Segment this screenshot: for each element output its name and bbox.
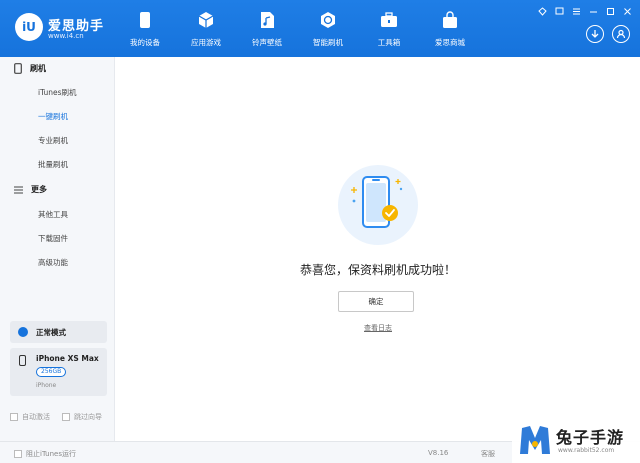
nav-label: 我的设备 — [130, 38, 160, 47]
block-itunes-option[interactable]: 阻止iTunes运行 — [14, 449, 76, 459]
auto-activate-option[interactable]: 自动激活 — [10, 412, 50, 422]
block-itunes-checkbox[interactable] — [14, 450, 22, 458]
skip-guide-checkbox[interactable] — [62, 413, 70, 421]
minimize-icon[interactable] — [588, 6, 598, 16]
device-card[interactable]: iPhone XS Max 256GB iPhone — [10, 348, 107, 396]
watermark-title: 兔子手游 — [556, 428, 625, 447]
auto-activate-checkbox[interactable] — [10, 413, 18, 421]
view-log-link[interactable]: 查看日志 — [116, 323, 640, 333]
nav-label: 工具箱 — [377, 38, 401, 47]
success-message: 恭喜您，保资料刷机成功啦！ — [299, 263, 456, 277]
nav-label: 智能刷机 — [313, 38, 343, 47]
mode-label: 正常模式 — [36, 327, 66, 337]
watermark-url: www.rabbit52.com — [558, 447, 615, 454]
nav-label: 爱思商城 — [435, 38, 465, 47]
phone-outline-icon — [14, 63, 22, 74]
sidebar-item-other-tools[interactable]: 其他工具 — [38, 209, 68, 220]
sidebar-item-advanced[interactable]: 高级功能 — [38, 257, 68, 268]
download-icon — [591, 30, 599, 38]
shopping-bag-icon — [441, 11, 459, 29]
version-label: V8.16 — [428, 449, 449, 457]
app-logo-icon: iU — [15, 13, 43, 41]
nav-my-device[interactable]: 我的设备 — [117, 0, 173, 57]
list-icon — [14, 185, 23, 194]
section-more: 更多 — [14, 184, 47, 195]
device-name: iPhone XS Max — [36, 354, 99, 363]
download-button[interactable] — [586, 25, 604, 43]
sidebar: 刷机 iTunes刷机 一键刷机 专业刷机 批量刷机 更多 其他工具 下载固件 … — [0, 57, 115, 441]
confirm-button[interactable]: 确定 — [338, 291, 414, 312]
skin-icon[interactable] — [537, 6, 547, 16]
cube-icon — [197, 11, 215, 29]
capacity-badge: 256GB — [36, 367, 67, 377]
phone-icon — [19, 355, 26, 366]
nav-store[interactable]: 爱思商城 — [422, 0, 478, 57]
menu-icon[interactable] — [571, 6, 581, 16]
checkbox-label: 跳过向导 — [74, 413, 102, 421]
nav-smart-flash[interactable]: 智能刷机 — [300, 0, 356, 57]
skip-guide-option[interactable]: 跳过向导 — [62, 412, 102, 422]
nav-apps-games[interactable]: 应用游戏 — [178, 0, 234, 57]
section-flash: 刷机 — [14, 63, 46, 74]
nav-label: 铃声壁纸 — [252, 38, 282, 47]
nav-label: 应用游戏 — [191, 38, 221, 47]
success-illustration — [338, 165, 418, 245]
checkbox-label: 阻止iTunes运行 — [26, 450, 76, 458]
brand-url: www.i4.cn — [48, 32, 84, 40]
close-icon[interactable] — [622, 6, 632, 16]
toolbox-icon — [380, 11, 398, 29]
mode-icon — [18, 327, 28, 337]
maximize-icon[interactable] — [605, 6, 615, 16]
checkbox-label: 自动激活 — [22, 413, 50, 421]
music-file-icon — [258, 11, 276, 29]
user-icon — [616, 29, 626, 39]
phone-icon — [136, 11, 154, 29]
sidebar-item-itunes-flash[interactable]: iTunes刷机 — [38, 87, 77, 98]
device-type: iPhone — [36, 382, 57, 389]
sidebar-item-pro-flash[interactable]: 专业刷机 — [38, 135, 68, 146]
feedback-icon[interactable] — [554, 6, 564, 16]
main-panel: 恭喜您，保资料刷机成功啦！ 确定 查看日志 — [116, 57, 640, 441]
sidebar-item-one-click-flash[interactable]: 一键刷机 — [38, 111, 68, 122]
rabbit-logo-icon — [520, 426, 550, 454]
phone-success-icon — [351, 176, 403, 228]
watermark: 兔子手游 www.rabbit52.com — [512, 418, 640, 463]
window-controls — [537, 6, 632, 16]
user-button[interactable] — [612, 25, 630, 43]
section-title: 刷机 — [30, 64, 46, 73]
sidebar-item-batch-flash[interactable]: 批量刷机 — [38, 159, 68, 170]
top-bar: iU 爱思助手 www.i4.cn 我的设备 应用游戏 铃声壁纸 智能刷机 工具… — [0, 0, 640, 57]
device-mode: 正常模式 — [10, 321, 107, 343]
customer-service-link[interactable]: 客服 — [481, 449, 495, 459]
sidebar-item-download-firmware[interactable]: 下载固件 — [38, 233, 68, 244]
nav-toolbox[interactable]: 工具箱 — [361, 0, 417, 57]
section-title: 更多 — [31, 185, 47, 194]
refresh-icon — [319, 11, 337, 29]
nav-ringtones-wallpapers[interactable]: 铃声壁纸 — [239, 0, 295, 57]
